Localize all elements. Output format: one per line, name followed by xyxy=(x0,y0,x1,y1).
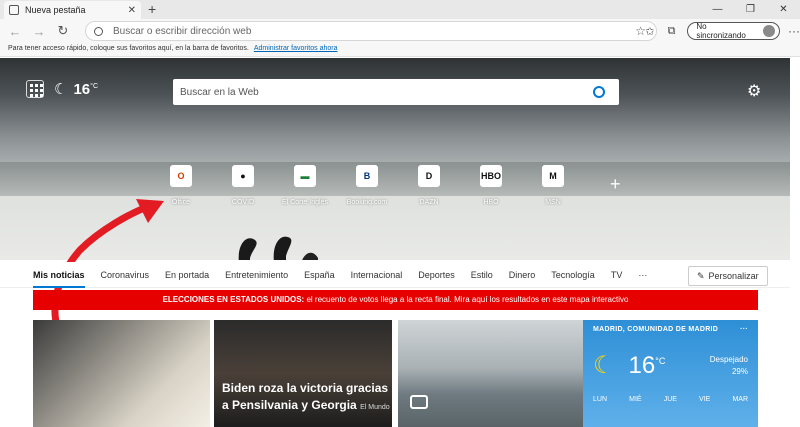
profile-sync-button[interactable]: No sincronizando xyxy=(687,22,781,40)
avatar xyxy=(763,25,776,37)
weather-more-icon[interactable]: ··· xyxy=(740,326,748,333)
news-tab[interactable]: Coronavirus xyxy=(101,270,150,280)
back-button[interactable]: ← xyxy=(6,24,24,39)
tile-label: Booking.com xyxy=(346,199,388,206)
quick-link-tile[interactable]: B Booking.com xyxy=(336,165,398,206)
forecast-day: VIE xyxy=(699,396,711,403)
card-headline: Biden roza la victoria gracias a Pensilv… xyxy=(222,381,390,412)
moon-icon: ☾ xyxy=(593,352,615,379)
web-search-placeholder: Buscar en la Web xyxy=(180,86,259,98)
personalize-label: Personalizar xyxy=(708,271,759,281)
site-icon: B xyxy=(356,165,378,187)
card-source: El Mundo xyxy=(360,404,390,411)
news-tab[interactable]: Deportes xyxy=(418,270,455,280)
close-window-button[interactable]: ✕ xyxy=(767,0,800,19)
tile-label: HBO xyxy=(483,199,499,206)
weather-condition: Despejado 29% xyxy=(709,354,748,376)
quick-link-tile[interactable]: D DAZN xyxy=(398,165,460,206)
news-tab[interactable]: Mis noticias xyxy=(33,270,85,288)
page-icon xyxy=(9,5,19,15)
quick-link-tile[interactable]: O Office xyxy=(150,165,212,206)
more-menu-button[interactable]: ··· xyxy=(788,24,800,38)
new-tab-button[interactable]: + xyxy=(148,1,156,17)
news-tab[interactable]: ··· xyxy=(638,270,647,280)
news-categories: Mis noticias Coronavirus En portada Entrete… xyxy=(0,262,790,288)
weather-location: MADRID, COMUNIDAD DE MADRID ··· xyxy=(593,326,748,333)
camera-icon xyxy=(410,395,428,409)
hero-temperature[interactable]: 16°C xyxy=(73,81,98,98)
forward-button[interactable]: → xyxy=(30,24,48,39)
hero-background: ☾ 16°C Buscar en la Web ⚙ O Office ● COVID ▬… xyxy=(0,58,790,260)
forecast-day: JUE xyxy=(663,396,677,403)
gear-icon[interactable]: ⚙ xyxy=(747,81,761,101)
tile-label: COVID xyxy=(231,199,255,206)
forecast-day: MIÉ xyxy=(629,396,642,403)
apps-grid-icon[interactable] xyxy=(26,80,44,98)
quick-link-tile[interactable]: HBO HBO xyxy=(460,165,522,206)
news-tab[interactable]: España xyxy=(304,270,335,280)
search-icon[interactable] xyxy=(593,86,605,98)
tab-nueva-pestana[interactable]: Nueva pestaña ✕ xyxy=(4,1,141,19)
news-tab[interactable]: Entretenimiento xyxy=(225,270,288,280)
tile-label: DAZN xyxy=(419,199,439,206)
quick-link-tile[interactable]: ▬ El Corte Inglés xyxy=(274,165,336,206)
news-tab[interactable]: En portada xyxy=(165,270,209,280)
tile-label: Office xyxy=(171,199,191,206)
minimize-button[interactable]: — xyxy=(701,0,734,19)
address-placeholder: Buscar o escribir dirección web xyxy=(113,25,252,37)
toolbar-right: ✩ ⧉ No sincronizando ··· xyxy=(640,22,800,40)
quick-link-tile[interactable]: M MSN xyxy=(522,165,584,206)
add-site-button[interactable]: + xyxy=(610,174,621,195)
tile-label: El Corte Inglés xyxy=(282,199,328,206)
forecast-days: LUN MIÉ JUE VIE MAR xyxy=(593,396,748,403)
tab-strip: Nueva pestaña ✕ + — ❐ ✕ xyxy=(0,0,800,19)
web-search-input[interactable]: Buscar en la Web xyxy=(173,79,619,105)
banner-bold: ELECCIONES EN ESTADOS UNIDOS: xyxy=(162,295,305,304)
news-tab[interactable]: Tecnología xyxy=(551,270,595,280)
browser-toolbar: ← → ↻ Buscar o escribir dirección web ☆ … xyxy=(0,19,800,43)
search-icon xyxy=(94,26,103,36)
site-icon: ● xyxy=(232,165,254,187)
favorites-bar: Para tener acceso rápido, coloque sus fa… xyxy=(0,43,800,57)
news-card-biden[interactable]: Biden roza la victoria gracias a Pensilv… xyxy=(214,320,392,427)
address-bar[interactable]: Buscar o escribir dirección web ☆ xyxy=(85,21,657,41)
reload-button[interactable]: ↻ xyxy=(54,23,72,39)
weather-main: ☾ 16°C Despejado 29% xyxy=(593,351,748,380)
news-tab[interactable]: Internacional xyxy=(351,270,403,280)
forecast-day: MAR xyxy=(732,396,748,403)
personalize-button[interactable]: ✎ Personalizar xyxy=(688,266,768,286)
weather-mini: ☾ 16°C xyxy=(26,80,98,98)
banner-text: el recuento de votos llega a la recta fi… xyxy=(304,295,629,304)
window-controls: — ❐ ✕ xyxy=(701,0,800,19)
swan-silhouette xyxy=(238,236,318,260)
tile-label: MSN xyxy=(545,199,561,206)
rain-chance: 29% xyxy=(731,366,748,376)
quick-link-tile[interactable]: ● COVID xyxy=(212,165,274,206)
news-card-flood[interactable] xyxy=(398,320,588,427)
site-icon: HBO xyxy=(480,165,502,187)
maximize-button[interactable]: ❐ xyxy=(734,0,767,19)
moon-icon: ☾ xyxy=(54,81,68,98)
weather-card[interactable]: MADRID, COMUNIDAD DE MADRID ··· ☾ 16°C D… xyxy=(583,320,758,427)
pencil-icon: ✎ xyxy=(697,270,705,281)
election-banner[interactable]: ELECCIONES EN ESTADOS UNIDOS: el recuent… xyxy=(33,290,758,310)
collections-icon[interactable]: ⧉ xyxy=(662,25,682,38)
news-card-image[interactable] xyxy=(33,320,210,427)
tab-close-icon[interactable]: ✕ xyxy=(128,5,136,16)
forecast-day: LUN xyxy=(593,396,608,403)
tab-title: Nueva pestaña xyxy=(25,5,86,15)
favorites-hint: Para tener acceso rápido, coloque sus fa… xyxy=(8,45,249,52)
news-tab[interactable]: Dinero xyxy=(509,270,536,280)
manage-favorites-link[interactable]: Administrar favoritos ahora xyxy=(254,45,338,52)
news-tab[interactable]: TV xyxy=(611,270,623,280)
favorites-icon[interactable]: ✩ xyxy=(640,25,660,38)
site-icon: ▬ xyxy=(294,165,316,187)
news-tab[interactable]: Estilo xyxy=(471,270,493,280)
site-icon: D xyxy=(418,165,440,187)
site-icon: M xyxy=(542,165,564,187)
weather-temp: 16°C xyxy=(628,351,666,379)
quick-links: O Office ● COVID ▬ El Corte Inglés B Booking.co… xyxy=(150,165,584,206)
sync-label: No sincronizando xyxy=(696,22,746,40)
site-icon: O xyxy=(170,165,192,187)
